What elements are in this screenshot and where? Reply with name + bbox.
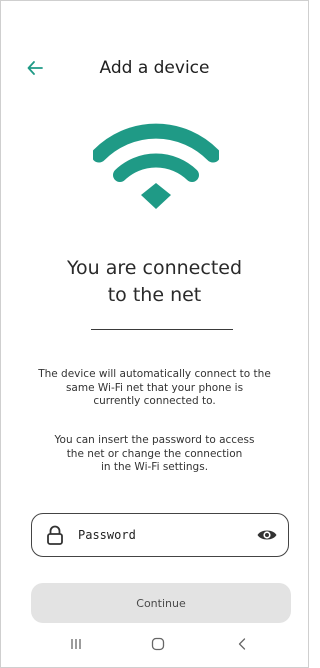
continue-button[interactable]: Continue <box>31 583 291 623</box>
password-input[interactable] <box>76 527 256 543</box>
password-info: You can insert the password to access th… <box>23 434 286 475</box>
auto-connect-info: The device will automatically connect to… <box>23 368 286 409</box>
nav-back-button[interactable] <box>227 629 257 659</box>
info-line: the net or change the connection <box>66 447 243 460</box>
home-button[interactable] <box>143 629 173 659</box>
wifi-icon <box>93 123 219 209</box>
info-line: currently connected to. <box>93 395 216 407</box>
nav-back-icon <box>238 638 246 650</box>
recents-button[interactable] <box>61 629 91 659</box>
screen: Add a device You are connected to the ne… <box>0 0 309 668</box>
recents-icon <box>71 639 81 649</box>
page-title: Add a device <box>99 58 210 78</box>
info-line: in the Wi-Fi settings. <box>100 461 209 473</box>
connected-heading-line2: to the net <box>107 284 202 306</box>
app-header: Add a device <box>1 53 308 83</box>
info-line: same Wi-Fi net that your phone is <box>65 381 244 394</box>
home-icon <box>151 637 165 651</box>
info-line: You can insert the password to access <box>54 434 255 446</box>
divider <box>91 329 233 330</box>
connected-heading-line1: You are connected <box>66 257 243 279</box>
eye-icon[interactable] <box>256 524 278 546</box>
info-line: The device will automatically connect to… <box>38 368 271 380</box>
system-navigation-bar <box>1 629 308 659</box>
lock-icon <box>47 525 63 545</box>
connected-heading: You are connected to the net <box>31 255 278 309</box>
password-field[interactable] <box>31 513 289 557</box>
